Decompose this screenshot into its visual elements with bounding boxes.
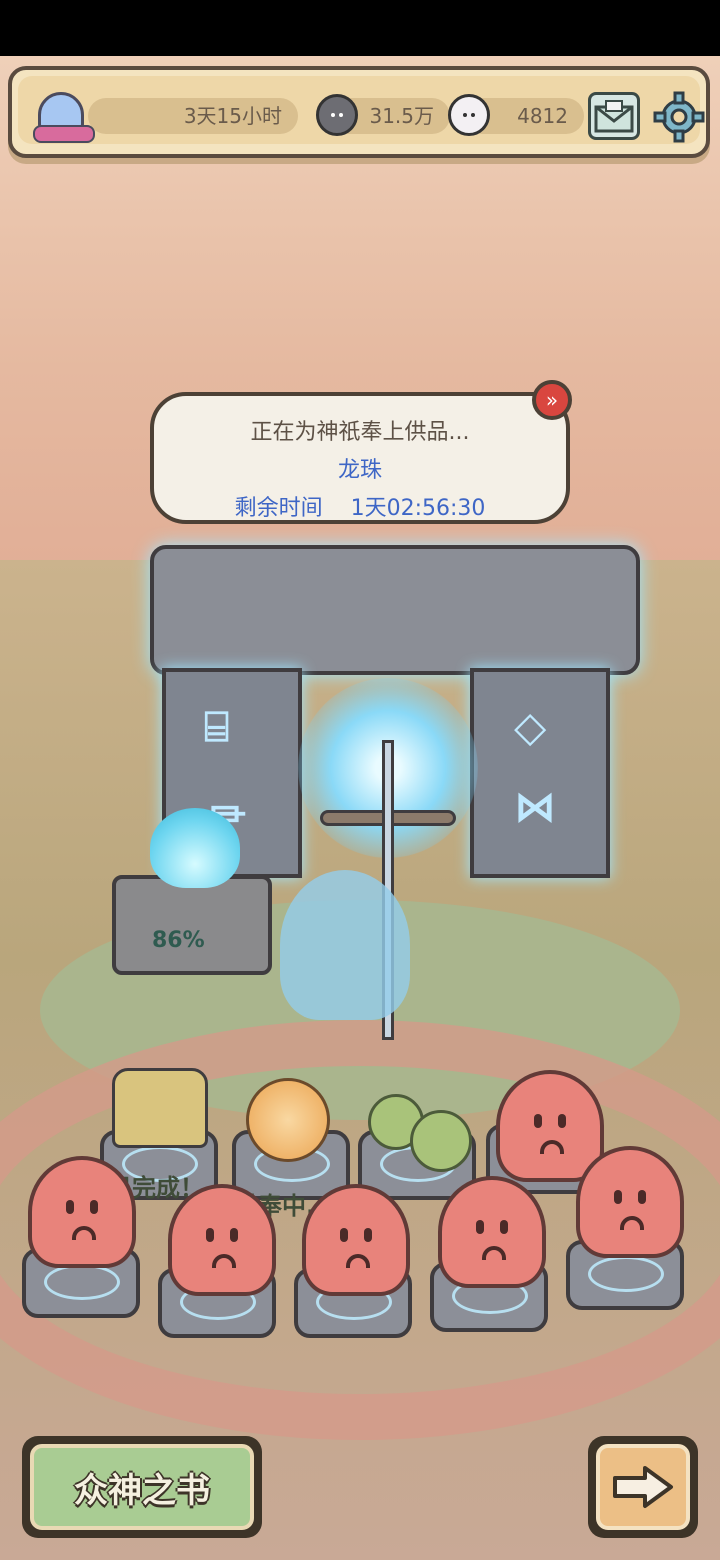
- light-currency-text: 4812: [517, 104, 568, 128]
- brazier-progress: 86%: [152, 928, 205, 953]
- rune-icon: ⌸: [204, 702, 230, 751]
- arrow-right-icon: [596, 1444, 690, 1530]
- offering-bubble: 正在为神祇奉上供品... 龙珠 剩余时间 1天02:56:30: [150, 392, 570, 524]
- ghost-icon[interactable]: [33, 92, 95, 143]
- weapons-bundle-icon[interactable]: [112, 1068, 208, 1148]
- offering-item: 龙珠: [337, 458, 382, 483]
- shrine-pillar-right: ◇ ⋈: [470, 668, 610, 878]
- dark-currency-text: 31.5万: [369, 104, 434, 128]
- octopus-creature[interactable]: [576, 1146, 684, 1258]
- book-of-gods-label: 众神之书: [30, 1444, 254, 1530]
- countdown-text: 3天15小时: [183, 104, 282, 128]
- game-screen: 3天15小时 31.5万 4812 ⌸ ⏛ ◇ ⋈ 86% 正在为神祇奉上供品.…: [0, 0, 720, 1560]
- light-coin-icon: [448, 94, 490, 136]
- octopus-creature[interactable]: [168, 1184, 276, 1296]
- mail-icon[interactable]: [588, 92, 640, 140]
- rune-icon: ⋈: [514, 782, 556, 831]
- next-button[interactable]: [588, 1436, 698, 1538]
- orb-icon[interactable]: [246, 1078, 330, 1162]
- gear-icon[interactable]: [652, 90, 706, 144]
- top-hud: 3天15小时 31.5万 4812: [8, 66, 710, 158]
- rune-icon: ◇: [514, 702, 547, 751]
- remaining-label: 剩余时间: [234, 496, 323, 521]
- octopus-creature[interactable]: [28, 1156, 136, 1268]
- ghost-spirit[interactable]: [280, 870, 410, 1020]
- blue-flame-icon: [150, 808, 240, 888]
- octopus-creature[interactable]: [438, 1176, 546, 1288]
- remaining-time: 1天02:56:30: [350, 496, 486, 521]
- countdown-pill: 3天15小时: [88, 98, 298, 134]
- green-ball-icon[interactable]: [410, 1110, 472, 1172]
- brazier[interactable]: [112, 875, 272, 975]
- offering-time-line: 剩余时间 1天02:56:30: [154, 490, 566, 522]
- hud-inner: 3天15小时 31.5万 4812: [18, 76, 705, 144]
- shrine-lintel: [150, 545, 640, 675]
- status-bar: [0, 0, 720, 56]
- book-of-gods-button[interactable]: 众神之书: [22, 1436, 262, 1538]
- fast-forward-icon[interactable]: »: [532, 380, 572, 420]
- dark-coin-icon: [316, 94, 358, 136]
- offering-status: 正在为神祇奉上供品...: [250, 420, 470, 445]
- octopus-creature[interactable]: [302, 1184, 410, 1296]
